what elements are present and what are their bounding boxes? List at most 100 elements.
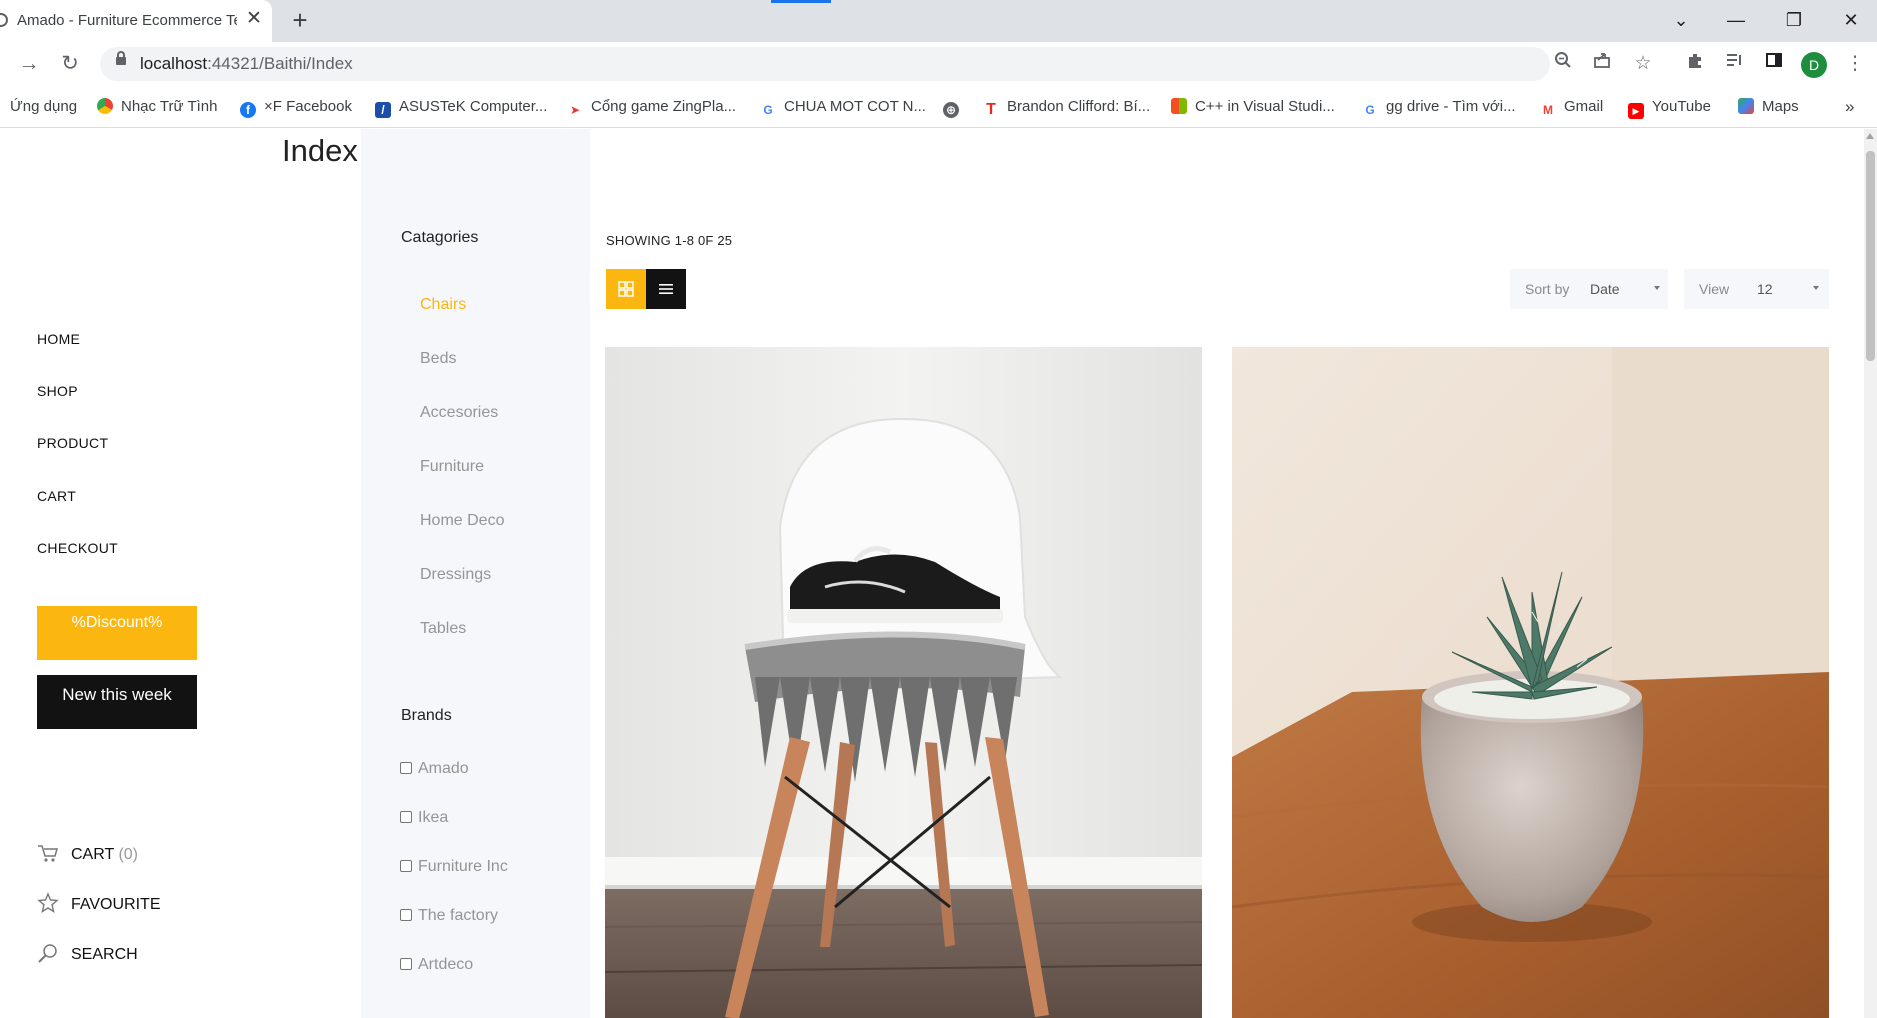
page-favicon-icon <box>0 13 8 27</box>
nav-cart[interactable]: CART <box>37 488 76 504</box>
brand-checkbox[interactable] <box>400 909 412 921</box>
bookmark-youtube[interactable]: ▶ YouTube <box>1628 96 1711 119</box>
nav-shop[interactable]: SHOP <box>37 383 78 399</box>
tab-close-icon[interactable]: ✕ <box>243 8 265 30</box>
browser-toolbar: → ↻ localhost:44321/Baithi/Index ☆ D ⋮ <box>0 42 1877 86</box>
category-furniture[interactable]: Furniture <box>420 458 484 476</box>
cart-link[interactable]: CART (0) <box>37 842 138 866</box>
scroll-up-arrow-icon[interactable] <box>1866 133 1874 139</box>
tab-search-chevron-icon[interactable]: ⌄ <box>1661 6 1701 34</box>
bookmark-chua-mot-cot[interactable]: G CHUA MOT COT N... <box>760 96 926 118</box>
url-text[interactable]: localhost:44321/Baithi/Index <box>140 54 353 74</box>
forward-arrow-icon[interactable]: → <box>14 49 44 79</box>
profile-avatar[interactable]: D <box>1801 52 1827 78</box>
zingplay-icon: ➤ <box>569 103 581 117</box>
bookmark-label: Maps <box>1762 98 1799 115</box>
nav-home[interactable]: HOME <box>37 331 80 347</box>
view-value: 12 <box>1757 281 1773 297</box>
bookmark-ted[interactable]: T Brandon Clifford: Bí... <box>983 96 1150 118</box>
window-close-button[interactable]: ✕ <box>1831 6 1871 34</box>
page-viewport: Index HOME SHOP PRODUCT CART CHECKOUT %D… <box>0 129 1864 1018</box>
category-dressings[interactable]: Dressings <box>420 566 491 584</box>
bookmark-cpp-visual-studio[interactable]: C++ in Visual Studi... <box>1171 96 1335 118</box>
bookmark-apps[interactable]: Ứng dụng <box>10 96 77 118</box>
sort-chevron-down-icon <box>1654 286 1660 290</box>
bookmark-nhac-tru-tinh[interactable]: Nhạc Trữ Tình <box>97 96 217 118</box>
brand-artdeco[interactable]: Artdeco <box>400 956 473 974</box>
bookmark-facebook[interactable]: f ×F Facebook <box>240 96 352 118</box>
ted-icon: T <box>986 101 996 118</box>
showing-count: SHOWING 1-8 0F 25 <box>606 233 733 248</box>
url-host: localhost <box>140 54 208 73</box>
filter-sidebar: Catagories Chairs Beds Accesories Furnit… <box>361 129 590 1018</box>
address-bar[interactable]: localhost:44321/Baithi/Index ☆ <box>100 47 1652 81</box>
brand-checkbox[interactable] <box>400 762 412 774</box>
product-image-plant[interactable] <box>1232 347 1829 1018</box>
page-scrollbar[interactable] <box>1864 129 1877 1018</box>
bookmark-globe[interactable]: ⊕ <box>943 96 967 118</box>
list-icon <box>659 284 673 294</box>
cart-icon <box>37 842 59 864</box>
new-this-week-button[interactable]: New this week <box>37 675 197 729</box>
scrollbar-thumb[interactable] <box>1866 151 1875 361</box>
restore-button[interactable]: ❐ <box>1774 6 1814 34</box>
bookmark-gg-drive[interactable]: Ggg drive - Tìm với... <box>1362 96 1515 118</box>
category-accesories[interactable]: Accesories <box>420 404 498 422</box>
favourite-label: FAVOURITE <box>71 896 161 913</box>
media-queue-icon[interactable] <box>1719 49 1749 79</box>
brand-label: Ikea <box>418 809 449 826</box>
sort-by-select[interactable]: Sort by Date <box>1510 269 1668 309</box>
search-label: SEARCH <box>71 946 138 963</box>
cart-count: (0) <box>118 846 138 863</box>
share-icon[interactable] <box>1589 51 1615 77</box>
bookmark-asus[interactable]: / ASUSTeK Computer... <box>375 96 547 118</box>
category-chairs[interactable]: Chairs <box>420 296 466 314</box>
more-bookmarks-icon[interactable]: » <box>1845 96 1854 118</box>
minimize-button[interactable]: — <box>1716 6 1756 34</box>
bookmark-label: Brandon Clifford: Bí... <box>1007 98 1151 115</box>
category-tables[interactable]: Tables <box>420 620 466 638</box>
zoom-icon[interactable] <box>1550 51 1576 77</box>
extensions-icon[interactable] <box>1680 49 1710 79</box>
brand-the-factory[interactable]: The factory <box>400 907 498 925</box>
nav-checkout[interactable]: CHECKOUT <box>37 540 118 556</box>
discount-button[interactable]: %Discount% <box>37 606 197 660</box>
favourite-link[interactable]: FAVOURITE <box>37 892 161 916</box>
category-beds[interactable]: Beds <box>420 350 456 368</box>
view-label: View <box>1699 281 1730 297</box>
search-link[interactable]: SEARCH <box>37 942 138 966</box>
sort-by-value: Date <box>1590 281 1620 297</box>
brand-checkbox[interactable] <box>400 860 412 872</box>
category-home-deco[interactable]: Home Deco <box>420 512 504 530</box>
brand-checkbox[interactable] <box>400 958 412 970</box>
product-image-chair[interactable] <box>605 347 1202 1018</box>
view-count-select[interactable]: View 12 <box>1684 269 1829 309</box>
chrome-icon <box>97 98 113 114</box>
kebab-menu-icon[interactable]: ⋮ <box>1840 49 1870 79</box>
bookmark-gmail[interactable]: M Gmail <box>1540 96 1603 118</box>
grid-view-button[interactable] <box>606 269 646 309</box>
brand-label: The factory <box>418 907 499 924</box>
reload-icon[interactable]: ↻ <box>55 49 85 79</box>
bookmark-label: YouTube <box>1652 98 1711 115</box>
new-tab-button[interactable]: + <box>286 6 314 34</box>
lock-icon[interactable] <box>116 51 126 65</box>
list-view-button[interactable] <box>646 269 686 309</box>
brand-ikea[interactable]: Ikea <box>400 809 448 827</box>
bookmark-zingplay[interactable]: ➤ Cổng game ZingPla... <box>567 96 736 118</box>
product-card-chair[interactable] <box>605 347 1202 1018</box>
brand-amado[interactable]: Amado <box>400 760 469 778</box>
side-panel-icon[interactable] <box>1759 49 1789 79</box>
product-card-plant[interactable] <box>1232 347 1829 1018</box>
bookmark-label: C++ in Visual Studi... <box>1195 98 1335 115</box>
browser-tab-active[interactable]: Amado - Furniture Ecommerce Template | S… <box>0 0 272 42</box>
star-icon <box>37 892 59 914</box>
brand-label: Artdeco <box>418 956 474 973</box>
maps-icon <box>1738 98 1754 114</box>
nav-product[interactable]: PRODUCT <box>37 435 108 451</box>
brand-checkbox[interactable] <box>400 811 412 823</box>
bookmark-label: ASUSTeK Computer... <box>399 98 548 115</box>
brand-furniture-inc[interactable]: Furniture Inc <box>400 858 508 876</box>
bookmark-maps[interactable]: Maps <box>1738 96 1799 118</box>
bookmark-star-icon[interactable]: ☆ <box>1630 51 1656 77</box>
